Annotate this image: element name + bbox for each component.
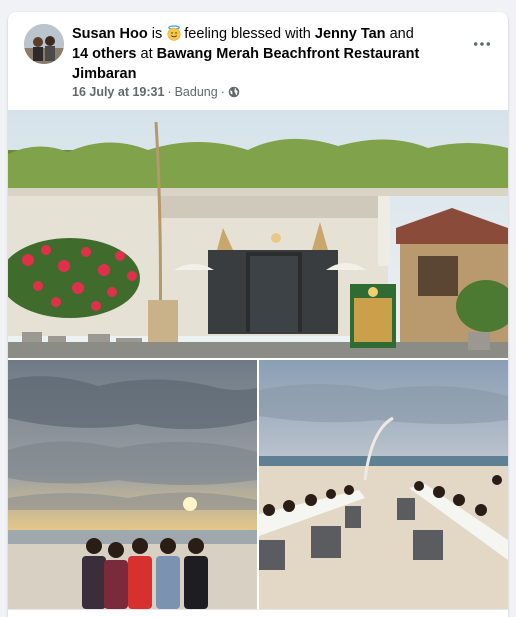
post-date[interactable]: 16 July at 19:31 [72,85,164,99]
restaurant-entrance-photo[interactable] [8,110,508,358]
and-word: and [389,26,414,42]
photo-grid-bottom-divider [8,609,508,610]
post-card: Susan Hoo is feeling blessed with Jenny … [8,12,508,617]
connector-is: is [151,26,163,42]
beach-sunset-group-photo[interactable] [8,360,257,609]
at-word: at [140,46,153,62]
smiling-face-with-halo-icon [166,25,182,41]
post-meta: 16 July at 19:31 · Badung · [72,85,240,99]
tagged-person[interactable]: Jenny Tan [315,26,386,42]
more-options-icon [473,42,491,46]
others-link[interactable]: 14 others [72,46,136,62]
audience-separator: · [220,85,225,99]
beach-dinner-tables-photo[interactable] [259,360,508,609]
meta-separator: · [167,85,172,99]
with-word: with [285,26,311,42]
post-header: Susan Hoo is feeling blessed with Jenny … [72,24,432,84]
globe-icon[interactable] [228,86,240,98]
post-location[interactable]: Badung [175,85,218,99]
more-options-button[interactable] [470,32,494,56]
avatar[interactable] [24,24,64,64]
author-name[interactable]: Susan Hoo [72,26,148,42]
activity-text: feeling blessed [184,26,282,42]
